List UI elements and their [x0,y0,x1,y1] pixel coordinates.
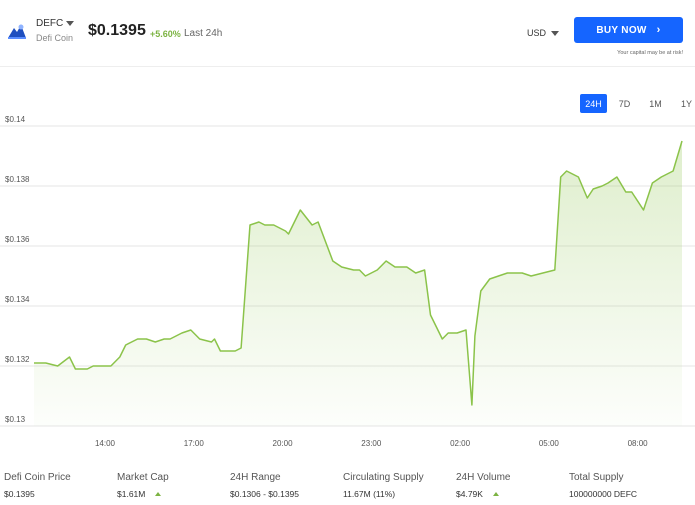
stat-label: 24H Range [230,472,281,483]
stat-24h-volume: 24H Volume $4.79K [456,472,510,499]
chevron-right-icon: › [656,24,661,36]
x-tick-label: 23:00 [361,439,382,448]
stat-value: 11.67M (11%) [343,489,396,499]
y-tick-label: $0.136 [5,235,30,244]
x-tick-label: 08:00 [628,439,649,448]
stat-market-cap: Market Cap $1.61M [117,472,169,499]
price-area [34,141,682,426]
stat-price: Defi Coin Price $0.1395 [4,472,71,499]
stat-value: $1.61M [117,489,169,499]
y-tick-label: $0.14 [5,115,26,124]
currency-select[interactable]: USD [527,28,546,38]
price-change: +5.60% [150,29,181,39]
y-tick-label: $0.132 [5,355,30,364]
currency-caret-down-icon[interactable] [551,31,559,36]
x-tick-label: 02:00 [450,439,471,448]
current-price: $0.1395 [88,22,146,39]
x-tick-label: 20:00 [273,439,294,448]
price-chart[interactable]: $0.13 $0.132 $0.134 $0.136 $0.138 $0.14 14:00 1… [0,110,695,455]
stat-total-supply: Total Supply 100000000 DEFC [569,472,637,499]
stat-value: $4.79K [456,489,510,499]
x-tick-label: 05:00 [539,439,560,448]
ticker-caret-down-icon[interactable] [66,21,74,26]
up-arrow-icon [492,492,499,496]
up-arrow-icon [155,492,162,496]
buy-now-label: BUY NOW [596,24,647,36]
coin-ticker[interactable]: DEFC [36,18,63,29]
coin-header: DEFC Defi Coin $0.1395 +5.60% Last 24h U… [0,0,695,67]
stat-value: $0.1395 [4,489,35,499]
defi-coin-logo [8,24,26,39]
stat-circulating-supply: Circulating Supply 11.67M (11%) [343,472,424,499]
buy-now-button[interactable]: BUY NOW › [574,17,683,43]
stat-label: Total Supply [569,472,624,483]
risk-note: Your capital may be at risk! [617,50,683,56]
stat-value: 100000000 DEFC [569,489,638,499]
x-tick-label: 17:00 [184,439,205,448]
stat-label: Market Cap [117,472,169,483]
y-tick-label: $0.13 [5,415,26,424]
stat-label: Defi Coin Price [4,472,71,483]
price-change-label: Last 24h [184,28,223,39]
x-tick-label: 14:00 [95,439,116,448]
stat-label: 24H Volume [456,472,511,483]
stat-24h-range: 24H Range $0.1306 - $0.1395 [230,472,299,499]
stat-label: Circulating Supply [343,472,424,483]
stat-value: $0.1306 - $0.1395 [230,489,300,499]
coin-name: Defi Coin [36,33,74,43]
y-tick-label: $0.138 [5,175,30,184]
y-tick-label: $0.134 [5,295,30,304]
